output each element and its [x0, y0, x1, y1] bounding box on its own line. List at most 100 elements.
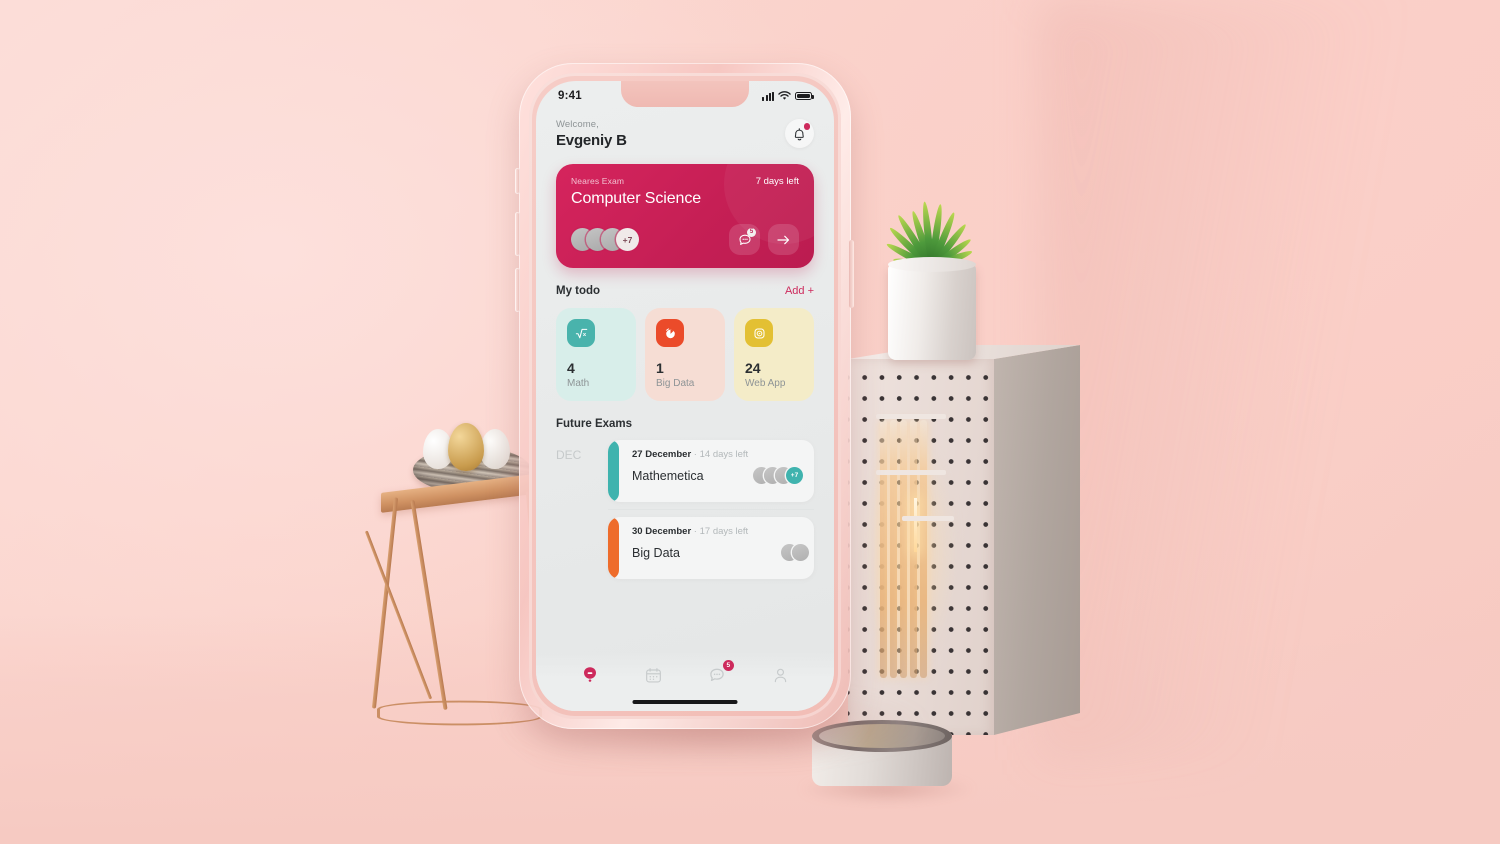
- exam-name: Mathemetica: [632, 468, 704, 483]
- exam-days-left: 17 days left: [699, 526, 749, 537]
- todo-name: Big Data: [656, 378, 695, 389]
- square-root-icon: [567, 319, 595, 347]
- home-indicator[interactable]: [632, 700, 738, 704]
- lamp-crossbar: [876, 414, 946, 419]
- phone-screen: 9:41 Welcome, Evgeniy B Neares Exam 7 da…: [536, 81, 834, 711]
- tab-messages[interactable]: 5: [704, 660, 734, 688]
- pedestal-side: [994, 345, 1080, 735]
- greeting-block: Welcome, Evgeniy B: [556, 119, 627, 149]
- lamp-tube: [900, 420, 907, 678]
- future-exams-title: Future Exams: [556, 418, 633, 430]
- exam-meta: 27 December · 14 days left: [632, 449, 803, 460]
- arrow-right-icon: [777, 235, 790, 244]
- todo-count: 24: [745, 360, 761, 376]
- todo-card-web-app[interactable]: 24 Web App: [734, 308, 814, 401]
- exam-card[interactable]: 27 December · 14 days left Mathemetica +…: [608, 440, 814, 502]
- pie-chart-icon: [656, 319, 684, 347]
- todo-card-list: 4 Math 1 Big Data 24 Web App: [556, 308, 814, 401]
- status-icons: [762, 91, 814, 101]
- plant-pot: [888, 265, 976, 360]
- tab-home[interactable]: [577, 662, 603, 688]
- bottom-tab-bar: 5: [536, 653, 834, 711]
- nearest-exam-card[interactable]: Neares Exam 7 days left Computer Science…: [556, 164, 814, 268]
- hero-title: Computer Science: [571, 190, 702, 207]
- wall-shadow: [1040, 0, 1500, 760]
- status-time: 9:41: [558, 90, 582, 102]
- exam-separator: ·: [693, 526, 697, 537]
- wifi-icon: [778, 91, 791, 100]
- potted-plant: [862, 195, 994, 360]
- hero-label: Neares Exam: [571, 176, 625, 186]
- todo-count: 4: [567, 360, 575, 376]
- todo-section-header: My todo Add +: [556, 285, 814, 297]
- hero-top-row: Neares Exam 7 days left: [571, 176, 799, 187]
- lamp-crossbar: [876, 470, 946, 475]
- lamp-crossbar: [902, 516, 954, 521]
- todo-section-title: My todo: [556, 285, 601, 297]
- product-photo-scene: 9:41 Welcome, Evgeniy B Neares Exam 7 da…: [0, 0, 1500, 844]
- white-egg: [480, 429, 510, 469]
- app-header: Welcome, Evgeniy B: [556, 119, 814, 149]
- power-button[interactable]: [849, 240, 854, 308]
- exam-avatar-stack[interactable]: +7: [753, 467, 803, 484]
- exam-name-row: Mathemetica +7: [632, 467, 803, 484]
- tube-lamp: [862, 414, 957, 678]
- todo-card-math[interactable]: 4 Math: [556, 308, 636, 401]
- avatar-more-count: +7: [616, 228, 639, 251]
- chat-bubble-icon: [738, 234, 751, 245]
- notification-dot: [803, 123, 810, 130]
- hero-actions: 5: [729, 224, 799, 255]
- lamp-filament: [914, 498, 917, 552]
- compass-icon: [745, 319, 773, 347]
- lamp-tube: [880, 420, 887, 678]
- person-icon: [774, 668, 786, 682]
- todo-card-big-data[interactable]: 1 Big Data: [645, 308, 725, 401]
- todo-add-button[interactable]: Add +: [785, 285, 814, 297]
- exam-color-bar: [608, 517, 619, 579]
- gold-egg: [448, 423, 484, 471]
- lamp-tube: [920, 420, 927, 678]
- exam-divider: [608, 509, 814, 510]
- volume-down-button[interactable]: [515, 268, 520, 312]
- exam-separator: ·: [693, 449, 697, 460]
- exam-body: 30 December · 17 days left Big Data: [619, 517, 814, 579]
- table-leg: [410, 499, 448, 711]
- battery-icon: [795, 91, 814, 101]
- exam-row[interactable]: DEC 27 December · 14 days left Mathemeti…: [556, 440, 814, 502]
- exam-color-bar: [608, 440, 619, 502]
- hero-bottom-row: +7 5: [571, 224, 799, 255]
- hero-forward-button[interactable]: [768, 224, 799, 255]
- messages-badge: 5: [722, 660, 734, 671]
- exam-days-left: 14 days left: [699, 449, 749, 460]
- silent-switch[interactable]: [515, 168, 520, 194]
- hero-chat-button[interactable]: 5: [729, 224, 760, 255]
- greeting-label: Welcome,: [556, 119, 599, 130]
- exam-card[interactable]: 30 December · 17 days left Big Data: [608, 517, 814, 579]
- todo-count: 1: [656, 360, 664, 376]
- notification-button[interactable]: [785, 119, 814, 148]
- volume-up-button[interactable]: [515, 212, 520, 256]
- exam-month-spacer: [556, 517, 608, 579]
- future-exams-header: Future Exams: [556, 418, 814, 430]
- exam-month-label: DEC: [556, 448, 582, 462]
- hero-avatar-stack[interactable]: +7: [571, 228, 639, 251]
- todo-name: Math: [567, 378, 590, 389]
- exam-date: 30 December: [632, 526, 692, 537]
- exam-date: 27 December: [632, 449, 692, 460]
- plant-pot-rim: [888, 257, 976, 272]
- tab-profile[interactable]: [767, 662, 793, 688]
- home-icon: [583, 666, 596, 682]
- exam-row[interactable]: 30 December · 17 days left Big Data: [556, 517, 814, 579]
- exam-name: Big Data: [632, 545, 680, 560]
- calendar-icon: [645, 667, 661, 683]
- todo-name: Web App: [745, 378, 786, 389]
- tab-calendar[interactable]: [640, 662, 666, 688]
- avatar-more-count: +7: [786, 467, 803, 484]
- hero-days-left: 7 days left: [755, 176, 799, 187]
- status-bar: 9:41: [536, 81, 834, 111]
- exam-avatar-stack[interactable]: [781, 544, 809, 561]
- lamp-tube: [890, 420, 897, 678]
- signal-bars-icon: [762, 91, 774, 101]
- avatar: [792, 544, 809, 561]
- app-content: Welcome, Evgeniy B Neares Exam 7 days le: [536, 81, 834, 711]
